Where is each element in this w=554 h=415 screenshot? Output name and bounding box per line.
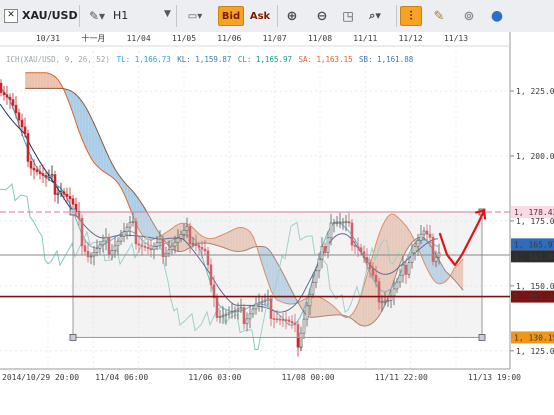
top-date-label: 11/12 [399,34,423,43]
cloud-segment [43,72,47,89]
candle-body [62,191,66,195]
cloud-segment [25,72,29,89]
candle-body [56,192,60,195]
cloud-segment [34,72,38,89]
top-date-label: 11/13 [444,34,468,43]
timeframe-label[interactable]: H1 [113,9,128,22]
price-chart[interactable]: 10/31 十一月 11/04 11/05 11/06 11/07 11/08 11/11 11… [0,32,554,415]
candle-body [38,171,42,174]
y-tick-label: 1, 200.00 [516,152,554,161]
x-time-label: 11/11 22:00 [375,373,428,382]
cloud-segment [91,117,95,163]
price-tag-label: 1, 145.88 [514,293,554,302]
y-tick-label: 1, 125.00 [516,347,554,356]
candle-body [26,133,30,162]
cloud-segment [31,72,35,89]
link-icon[interactable]: ⊚ [458,6,480,26]
candle-body [11,99,15,106]
candle-body [23,126,27,134]
candle-body [68,196,72,200]
x-time-label: 11/13 19:00 [468,373,521,382]
x-time-label: 11/06 03:00 [188,373,241,382]
candle-body [0,82,3,93]
zoom-in-icon[interactable]: ⊕ [282,6,302,26]
x-time-label: 2014/10/29 20:00 [2,373,79,382]
edit-tool-icon[interactable]: ✎ [428,6,450,26]
top-date-label: 11/06 [217,34,241,43]
indicator-value: TL: 1,166.73 [117,55,171,64]
x-time-label: 11/08 00:00 [282,373,335,382]
zoom-area-icon[interactable]: ◳ [338,6,358,26]
candle-body [71,198,75,205]
price-tag-label: 1, 130.15 [514,333,554,342]
cloud-segment [37,72,41,89]
indicator-chart-icon[interactable]: ▭▾ [183,6,207,26]
indicator-legend: ICH(XAU/USD, 9, 26, 52) TL: 1,166.73 KL: 1… [6,55,414,64]
crosshair-tool-icon[interactable]: ⌕▾ [363,6,387,26]
y-tick-label: 1, 150.00 [516,282,554,291]
candle-body [50,174,54,177]
timeframe-dropdown-icon[interactable]: ▼ [164,9,171,19]
symbol-label[interactable]: XAU/USD [22,9,78,22]
price-tag-label: 1, 161.88 [514,252,554,261]
top-date-label: 11/04 [127,34,151,43]
chart-toolbar: ✕ XAU/USD ✎▾ H1 ▼ ▭▾ Bid Ask ⊕ ⊖ ◳ ⌕▾ ⫶ … [0,0,554,33]
cloud-segment [49,73,53,89]
rectangle-handle [478,334,486,341]
cloud-segment [88,111,92,159]
top-date-label: 11/05 [172,34,196,43]
candle-body [29,161,33,169]
candle-body [2,92,6,96]
top-date-label: 11/07 [263,34,287,43]
draw-line-tool-icon[interactable]: ⫶ [400,6,422,26]
candle-body [41,173,45,176]
top-date-label: 10/31 [36,34,60,43]
indicator-value: KL: 1,159.87 [177,55,231,64]
cloud-segment [46,72,50,89]
candle-body [20,119,24,128]
zoom-out-icon[interactable]: ⊖ [312,6,332,26]
top-date-label: 11/11 [353,34,377,43]
cloud-segment [40,72,44,89]
top-date-label: 十一月 [81,33,105,43]
globe-icon[interactable]: ● [486,6,508,26]
ask-button[interactable]: Ask [248,6,272,26]
candle-body [14,104,18,113]
candle-body [32,167,36,171]
separator [176,5,177,27]
x-time-label: 11/04 06:00 [95,373,148,382]
candle-body [5,94,9,98]
candle-body [17,112,21,121]
top-date-label: 11/08 [308,34,332,43]
separator [79,5,80,27]
candle-body [53,174,57,195]
separator [277,5,278,27]
bid-button[interactable]: Bid [218,6,244,26]
y-tick-label: 1, 225.00 [516,87,554,96]
candle-body [65,193,69,197]
indicator-value: CL: 1,165.97 [238,55,292,64]
indicator-name: ICH(XAU/USD, 9, 26, 52) [6,55,110,64]
analysis-rectangle [72,211,483,338]
separator [396,5,397,27]
cloud-segment [85,106,89,153]
cloud-segment [28,72,32,89]
candle-body [35,169,39,173]
y-tick-label: 1, 175.00 [516,217,554,226]
candle-body [44,175,48,178]
price-tag-label: 1, 178.43 [514,208,554,217]
price-tag-label: 1, 165.97 [514,240,554,249]
chart-type-icon[interactable]: ✎▾ [89,9,105,23]
indicator-value: SB: 1,161.88 [359,55,414,64]
rectangle-handle [69,334,77,341]
candle-body [47,175,51,178]
candle-body [59,191,63,194]
symbol-checkbox-icon[interactable]: ✕ [4,9,18,23]
indicator-value: SA: 1,163.15 [298,55,352,64]
candle-body [8,96,12,100]
